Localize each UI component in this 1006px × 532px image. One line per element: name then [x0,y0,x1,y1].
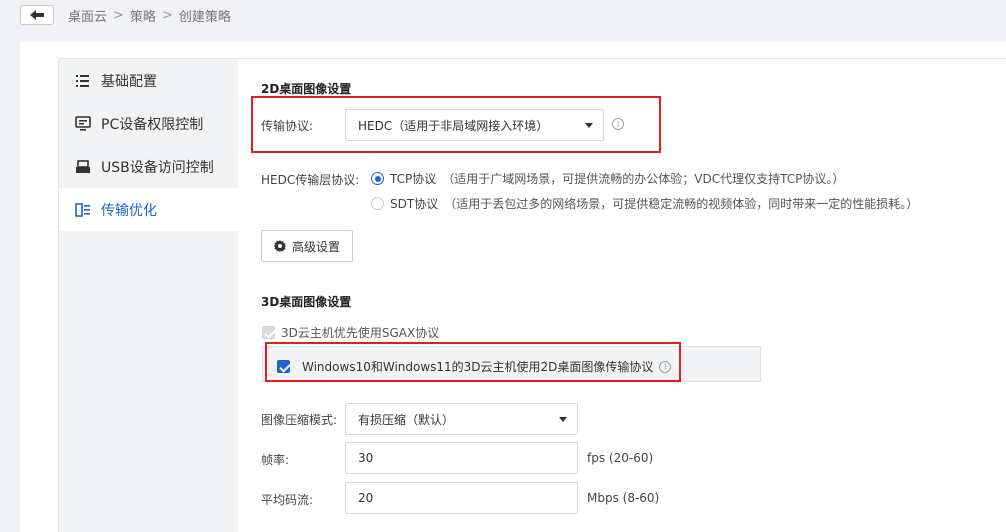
radio-sdt-label: SDT协议 [390,197,439,211]
sidebar-item-label: PC设备权限控制 [101,116,204,133]
compression-label: 图像压缩模式: [261,413,338,427]
usb-icon [75,159,91,175]
protocol-label: 传输协议: [261,119,314,133]
fps-unit: fps (20-60) [587,451,654,465]
radio-tcp-description: （适用于广域网场景，可提供流畅的办公体验；VDC代理仅支持TCP协议。） [442,172,845,186]
transport-layer-label: HEDC传输层协议: [261,173,360,187]
gear-icon [274,240,286,252]
protocol-select[interactable]: HEDC（适用于非局域网接入环境） [345,109,604,141]
section-title-2d: 2D桌面图像设置 [261,82,352,96]
monitor-icon [75,116,91,132]
back-button[interactable] [20,5,54,25]
info-icon[interactable]: i [612,118,624,130]
breadcrumb-item-policy[interactable]: 策略 [130,6,156,25]
radio-button-checked[interactable] [371,172,384,185]
transfer-icon [75,202,91,218]
bitrate-unit: Mbps (8-60) [587,491,660,505]
protocol-select-value: HEDC（适用于非局域网接入环境） [358,118,549,133]
sidebar: 基础配置 PC设备权限控制 USB设备访问控制 传输优化 [58,58,238,532]
compression-select-value: 有损压缩（默认） [358,412,455,427]
sidebar-item-usb-access[interactable]: USB设备访问控制 [59,145,238,188]
chevron-down-icon [585,123,593,128]
chevron-down-icon [559,417,567,422]
top-bar: 桌面云 > 策略 > 创建策略 [0,0,1006,32]
sidebar-item-label: 传输优化 [101,202,157,219]
sidebar-item-label: USB设备访问控制 [101,159,214,176]
bitrate-label: 平均码流: [261,493,314,507]
breadcrumb-item-desktop-cloud[interactable]: 桌面云 [68,6,107,25]
sgax-checkbox[interactable] [262,326,275,339]
sidebar-item-label: 基础配置 [101,73,157,90]
fps-label: 帧率: [261,453,290,467]
advanced-settings-label: 高级设置 [292,239,341,254]
sidebar-item-pc-permission[interactable]: PC设备权限控制 [59,102,238,145]
radio-tcp[interactable]: TCP协议 （适用于广域网场景，可提供流畅的办公体验；VDC代理仅支持TCP协议… [371,170,844,187]
fps-input[interactable]: 30 [345,442,578,474]
radio-button[interactable] [371,197,384,210]
windows-checkbox[interactable] [277,360,290,373]
list-icon [75,73,91,89]
sgax-checkbox-row[interactable]: 3D云主机优先使用SGAX协议 [262,324,439,341]
breadcrumb-separator: > [113,8,124,23]
section-title-3d: 3D桌面图像设置 [261,295,352,309]
info-icon[interactable]: i [659,360,672,373]
compression-select[interactable]: 有损压缩（默认） [345,403,578,435]
arrow-left-icon [30,10,44,20]
bitrate-input[interactable]: 20 [345,482,578,514]
breadcrumb-item-create-policy: 创建策略 [178,10,231,25]
radio-sdt-description: （适用于丢包过多的网络场景，可提供稳定流畅的视频体验，同时带来一定的性能损耗。） [444,197,919,211]
windows-checkbox-label: Windows10和Windows11的3D云主机使用2D桌面图像传输协议 [302,360,654,374]
windows-checkbox-row[interactable]: Windows10和Windows11的3D云主机使用2D桌面图像传输协议 i [277,358,672,375]
sidebar-item-transfer-optimization[interactable]: 传输优化 [59,188,238,231]
sidebar-item-basic-config[interactable]: 基础配置 [59,59,238,102]
advanced-settings-button[interactable]: 高级设置 [261,230,354,262]
breadcrumb-separator: > [161,8,173,23]
sgax-checkbox-label: 3D云主机优先使用SGAX协议 [281,326,440,340]
radio-sdt[interactable]: SDT协议 （适用于丢包过多的网络场景，可提供稳定流畅的视频体验，同时带来一定的… [371,195,918,212]
breadcrumb: 桌面云 > 策略 > 创建策略 [68,6,231,25]
radio-tcp-label: TCP协议 [390,172,437,186]
